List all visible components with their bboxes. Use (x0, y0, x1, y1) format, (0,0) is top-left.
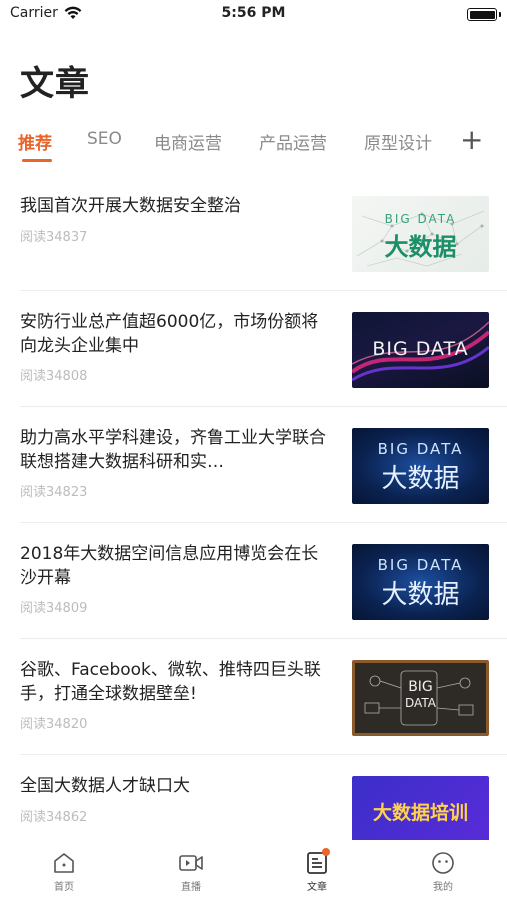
article-thumbnail: BIG DATA 大数据 (352, 544, 489, 620)
tabbar-label: 文章 (307, 882, 327, 893)
divider (20, 522, 507, 523)
article-item[interactable]: 2018年大数据空间信息应用博览会在长沙开幕 阅读34809 BIG DATA … (0, 542, 507, 658)
article-title: 全国大数据人才缺口大 (20, 776, 190, 796)
article-thumbnail: BIG DATA (352, 312, 489, 388)
article-thumbnail: BIG DATA 大数据 (352, 196, 489, 272)
thumb-caption: BIG DATA (377, 556, 464, 574)
article-title: 助力高水平学科建设，齐鲁工业大学联合联想搭建大数据科研和实… (20, 428, 326, 472)
article-item[interactable]: 助力高水平学科建设，齐鲁工业大学联合联想搭建大数据科研和实… 阅读34823 B… (0, 426, 507, 542)
thumb-caption: 大数据培训 (372, 802, 468, 824)
tabbar-live[interactable]: 直播 (151, 850, 231, 893)
divider (20, 290, 507, 291)
tabbar-articles[interactable]: 文章 (277, 848, 357, 893)
thumb-caption: DATA (405, 696, 436, 710)
tabbar-label: 首页 (54, 882, 74, 893)
article-title: 我国首次开展大数据安全整治 (20, 196, 241, 216)
tab-product-ops[interactable]: 产品运营 (259, 129, 327, 154)
article-read-count: 阅读34809 (20, 601, 88, 616)
home-icon (51, 850, 77, 876)
article-read-count: 阅读34823 (20, 485, 88, 500)
thumb-caption: 大数据 (381, 464, 460, 494)
thumb-caption: 大数据 (381, 580, 460, 610)
article-thumbnail: BIG DATA (352, 660, 489, 736)
video-icon (178, 850, 204, 876)
active-tab-indicator (22, 159, 52, 162)
profile-icon (430, 850, 456, 876)
tabbar-profile[interactable]: 我的 (403, 850, 483, 893)
article-item[interactable]: 谷歌、Facebook、微软、推特四巨头联手，打通全球数据壁垒! 阅读34820… (0, 658, 507, 774)
article-title: 安防行业总产值超6000亿，市场份额将向龙头企业集中 (20, 312, 319, 356)
tabbar-label: 我的 (433, 882, 453, 893)
battery-icon (467, 8, 501, 21)
status-bar: Carrier 5:56 PM (0, 0, 507, 28)
article-item[interactable]: 全国大数据人才缺口大 阅读34862 大数据培训 (0, 774, 507, 840)
thumb-caption: BIG DATA (377, 440, 464, 458)
thumb-caption: BIG DATA (384, 212, 457, 226)
tab-prototype-design[interactable]: 原型设计 (364, 129, 432, 154)
thumb-caption: BIG (408, 679, 433, 695)
article-item[interactable]: 安防行业总产值超6000亿，市场份额将向龙头企业集中 阅读34808 BIG D… (0, 310, 507, 426)
article-title: 谷歌、Facebook、微软、推特四巨头联手，打通全球数据壁垒! (20, 660, 321, 704)
article-read-count: 阅读34808 (20, 369, 88, 384)
status-time: 5:56 PM (221, 5, 286, 21)
article-read-count: 阅读34862 (20, 810, 88, 825)
article-item[interactable]: 我国首次开展大数据安全整治 阅读34837 BIG DATA 大数据 (0, 194, 507, 310)
article-thumbnail: 大数据培训 (352, 776, 489, 840)
tab-ecommerce-ops[interactable]: 电商运营 (154, 129, 222, 154)
tab-recommend[interactable]: 推荐 (18, 129, 52, 154)
thumb-caption: BIG DATA (372, 338, 469, 360)
article-icon (304, 848, 330, 876)
article-thumbnail: BIG DATA 大数据 (352, 428, 489, 504)
bottom-tab-bar: 首页 直播 文章 我的 (0, 840, 507, 900)
divider (20, 638, 507, 639)
notification-badge (322, 848, 330, 856)
add-tab-button[interactable]: + (460, 125, 483, 155)
article-read-count: 阅读34820 (20, 717, 88, 732)
category-tabs: 推荐 SEO 电商运营 产品运营 原型设计 + (0, 125, 507, 165)
divider (20, 406, 507, 407)
thumb-caption: 大数据 (384, 233, 457, 261)
page-title: 文章 (20, 64, 90, 104)
article-title: 2018年大数据空间信息应用博览会在长沙开幕 (20, 544, 319, 588)
tabbar-home[interactable]: 首页 (24, 850, 104, 893)
tabbar-label: 直播 (181, 882, 201, 893)
article-read-count: 阅读34837 (20, 230, 88, 245)
divider (20, 754, 507, 755)
tab-seo[interactable]: SEO (87, 129, 122, 149)
